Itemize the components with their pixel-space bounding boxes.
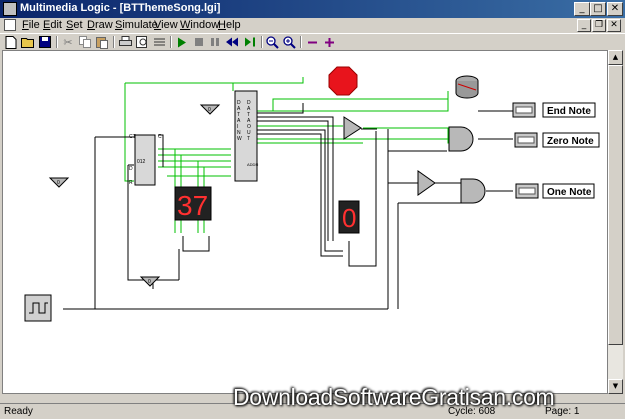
- counter-chip[interactable]: 012 CT D R C: [129, 134, 162, 186]
- properties-icon[interactable]: [152, 35, 166, 49]
- note-label-end: End Note: [542, 102, 596, 118]
- counter-pin-ct: CT: [129, 134, 136, 140]
- minimize-button[interactable]: _: [574, 2, 590, 16]
- run-icon[interactable]: [175, 35, 189, 49]
- rom-pin-label: T: [247, 136, 250, 142]
- menu-edit[interactable]: Edit: [43, 19, 62, 31]
- counter-label: 012: [137, 159, 146, 165]
- menu-bar: File Edit Set Draw Simulate View Window …: [0, 18, 625, 33]
- toolbar-separator: [56, 36, 58, 48]
- stop-icon[interactable]: [192, 35, 206, 49]
- ground-symbol[interactable]: 0: [48, 177, 70, 188]
- toolbar-separator: [261, 36, 263, 48]
- menu-draw[interactable]: Draw: [87, 19, 113, 31]
- ground-symbol[interactable]: 0: [139, 276, 161, 287]
- ground-symbol[interactable]: 0: [199, 104, 221, 115]
- title-bar: Multimedia Logic - [BTThemeSong.lgi] _ □…: [0, 0, 625, 18]
- toolbar: ✂: [0, 33, 625, 50]
- note-label-one: One Note: [542, 183, 595, 199]
- seven-segment-display-left: 37: [174, 186, 212, 221]
- minus-icon[interactable]: [305, 35, 319, 49]
- rom-addr-label: ADDR: [247, 162, 258, 167]
- open-icon[interactable]: [21, 35, 35, 49]
- rom-chip[interactable]: D A T A I N W D A T A O U T ADDR: [234, 90, 258, 182]
- toolbar-separator: [113, 36, 115, 48]
- plus-icon[interactable]: [322, 35, 336, 49]
- zoom-in-icon[interactable]: [282, 35, 296, 49]
- note-label-zero: Zero Note: [542, 132, 600, 148]
- menu-simulate[interactable]: Simulate: [115, 19, 158, 31]
- app-icon[interactable]: [3, 2, 17, 16]
- clock-source[interactable]: [24, 294, 52, 322]
- stop-sign[interactable]: [328, 66, 358, 96]
- copy-icon[interactable]: [78, 35, 92, 49]
- circuit-canvas[interactable]: 012 CT D R C D A T A I N W D A T A O U T…: [2, 50, 608, 394]
- speaker-icon[interactable]: [455, 75, 479, 99]
- seven-segment-value: 37: [177, 190, 208, 221]
- step-back-icon[interactable]: [225, 35, 239, 49]
- document-icon[interactable]: [4, 19, 16, 31]
- note-label-text: One Note: [547, 187, 592, 198]
- mdi-minimize-button[interactable]: _: [577, 19, 591, 32]
- and-gate[interactable]: [460, 178, 486, 204]
- menu-window[interactable]: Window: [180, 19, 219, 31]
- print-icon[interactable]: [118, 35, 132, 49]
- menu-help[interactable]: Help: [218, 19, 241, 31]
- menu-set[interactable]: Set: [66, 19, 83, 31]
- scroll-down-arrow-icon[interactable]: ▼: [608, 379, 623, 394]
- new-icon[interactable]: [4, 35, 18, 49]
- counter-pin-r: R: [129, 180, 133, 186]
- toolbar-separator: [300, 36, 302, 48]
- window-title: Multimedia Logic - [BTThemeSong.lgi]: [20, 2, 221, 14]
- paste-icon[interactable]: [95, 35, 109, 49]
- note-player[interactable]: [514, 132, 538, 148]
- seven-segment-value: 0: [342, 203, 356, 233]
- maximize-button[interactable]: □: [590, 2, 606, 16]
- seven-segment-display-right: 0: [338, 200, 360, 234]
- note-label-text: Zero Note: [547, 136, 594, 147]
- save-icon[interactable]: [38, 35, 52, 49]
- menu-file[interactable]: File: [22, 19, 40, 31]
- toolbar-separator: [170, 36, 172, 48]
- menu-view[interactable]: View: [154, 19, 178, 31]
- step-forward-icon[interactable]: [243, 35, 257, 49]
- scroll-up-arrow-icon[interactable]: ▲: [608, 50, 623, 65]
- ground-label: 0: [57, 180, 60, 186]
- status-ready: Ready: [4, 406, 33, 417]
- note-label-text: End Note: [547, 106, 591, 117]
- and-gate[interactable]: [448, 126, 474, 152]
- counter-pin-c: C: [158, 134, 162, 140]
- close-button[interactable]: ✕: [607, 2, 623, 16]
- ground-label: 0: [208, 107, 211, 113]
- zoom-out-icon[interactable]: [265, 35, 279, 49]
- vertical-scrollbar[interactable]: ▲ ▼: [608, 50, 623, 394]
- scroll-thumb[interactable]: [608, 65, 623, 345]
- counter-pin-d: D: [129, 166, 133, 172]
- watermark-text: DownloadSoftwareGratisan.com: [233, 384, 555, 410]
- buffer-gate[interactable]: [417, 170, 436, 196]
- note-player[interactable]: [512, 102, 536, 118]
- ground-label: 0: [148, 279, 151, 285]
- mdi-restore-button[interactable]: ❐: [592, 19, 606, 32]
- note-player[interactable]: [515, 183, 539, 199]
- pause-icon[interactable]: [208, 35, 222, 49]
- mdi-close-button[interactable]: ✕: [607, 19, 621, 32]
- print-preview-icon[interactable]: [135, 35, 149, 49]
- cut-icon[interactable]: ✂: [61, 35, 75, 49]
- rom-pin-label: W: [237, 136, 242, 142]
- buffer-gate[interactable]: [343, 116, 362, 140]
- circuit-diagram: 012 CT D R C D A T A I N W D A T A O U T…: [24, 66, 600, 322]
